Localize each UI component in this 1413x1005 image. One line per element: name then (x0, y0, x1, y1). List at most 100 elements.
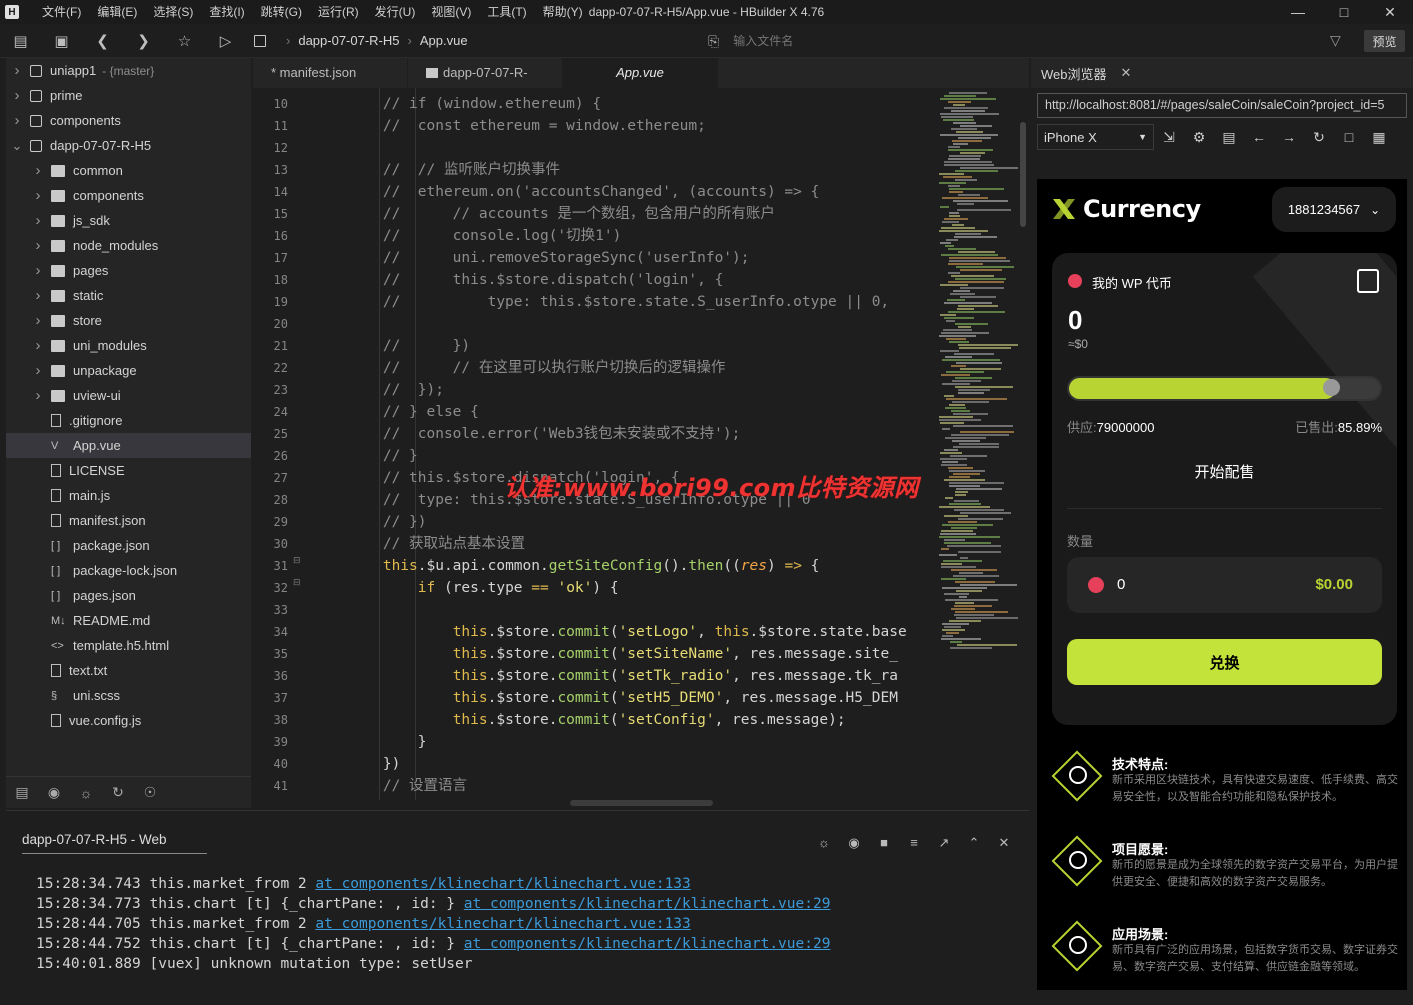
breadcrumb-file[interactable]: App.vue (420, 33, 468, 48)
exchange-button[interactable]: 兑换 (1067, 639, 1382, 685)
menu-edit[interactable]: 编辑(E) (89, 0, 145, 24)
console-output[interactable]: 15:28:34.743 this.market_from 2 at compo… (6, 860, 1029, 1005)
sidebar-item[interactable]: LICENSE (6, 458, 251, 483)
sidebar-item[interactable]: .gitignore (6, 408, 251, 433)
menu-select[interactable]: 选择(S) (145, 0, 201, 24)
bookmark-star-icon[interactable]: ☆ (164, 24, 205, 58)
forward-icon[interactable]: ❯ (123, 24, 164, 58)
sidebar-item[interactable]: › components (6, 108, 251, 133)
code-editor[interactable]: 10 11 12 13 14 15 16 17 18 19 20 21 22 23 24 25 26 27 28 29… (253, 88, 937, 800)
settings-gear-icon[interactable]: ⚙ (1184, 129, 1214, 146)
sidebar-item[interactable]: ⌄ dapp-07-07-R-H5 (6, 133, 251, 158)
sidebar-item[interactable]: text.txt (6, 658, 251, 683)
menu-find[interactable]: 查找(I) (201, 0, 252, 24)
sidebar-item[interactable]: › node_modules (6, 233, 251, 258)
tab-project[interactable]: dapp-07-07-R-H5 (408, 58, 563, 110)
sidebar-item[interactable]: › static (6, 283, 251, 308)
breadcrumb-project[interactable]: dapp-07-07-R-H5 (298, 33, 399, 48)
chevron-right-icon[interactable]: › (31, 237, 45, 254)
refresh-icon[interactable]: ↻ (1304, 129, 1334, 146)
sidebar-item[interactable]: <> template.h5.html (6, 633, 251, 658)
code-content[interactable]: // if (window.ethereum) { // const ether… (313, 93, 933, 797)
stop-icon[interactable]: ■ (869, 835, 899, 851)
rotate-icon[interactable]: ⇲ (1154, 129, 1184, 146)
log-source-link[interactable]: at components/klinechart/klinechart.vue:… (464, 936, 831, 952)
arrow-right-icon[interactable]: → (1274, 129, 1304, 145)
menu-goto[interactable]: 跳转(G) (253, 0, 310, 24)
lock-icon[interactable]: □ (1334, 129, 1364, 145)
chevron-right-icon[interactable]: › (31, 362, 45, 379)
chevron-right-icon[interactable]: › (10, 62, 24, 79)
debug-bug-icon[interactable]: ☼ (809, 835, 839, 851)
collapse-icon[interactable]: ⌃ (959, 835, 989, 851)
sidebar-item[interactable]: › prime (6, 83, 251, 108)
log-source-link[interactable]: at components/klinechart/klinechart.vue:… (464, 896, 831, 912)
sidebar-item[interactable]: › common (6, 158, 251, 183)
account-dropdown[interactable]: 1881234567 ⌄ (1272, 187, 1396, 232)
close-panel-icon[interactable]: ✕ (989, 835, 1019, 851)
log-source-link[interactable]: at components/klinechart/klinechart.vue:… (315, 876, 690, 892)
sidebar-item[interactable]: V App.vue (6, 433, 251, 458)
menu-view[interactable]: 视图(V) (423, 0, 479, 24)
globe-icon[interactable]: ☉ (134, 784, 166, 801)
chevron-right-icon[interactable]: › (31, 287, 45, 304)
preview-button[interactable]: 预览 (1364, 30, 1405, 52)
arrow-left-icon[interactable]: ← (1244, 129, 1274, 145)
menu-publish[interactable]: 发行(U) (367, 0, 424, 24)
horizontal-scrollbar[interactable] (570, 800, 713, 806)
fold-icon[interactable]: ⊟ (293, 555, 301, 566)
restart-icon[interactable]: ◉ (839, 835, 869, 851)
menu-tools[interactable]: 工具(T) (479, 0, 534, 24)
sidebar-item[interactable]: manifest.json (6, 508, 251, 533)
sidebar-item[interactable]: [ ] package.json (6, 533, 251, 558)
minimap[interactable] (937, 88, 1029, 800)
log-source-link[interactable]: at components/klinechart/klinechart.vue:… (315, 916, 690, 932)
sidebar-item[interactable]: [ ] package-lock.json (6, 558, 251, 583)
chevron-right-icon[interactable]: › (10, 112, 24, 129)
chevron-right-icon[interactable]: › (10, 87, 24, 104)
new-file-icon[interactable]: ▤ (0, 24, 41, 58)
chevron-right-icon[interactable]: › (31, 312, 45, 329)
device-select[interactable]: iPhone X ▼ (1037, 124, 1154, 150)
sidebar-item[interactable]: M↓ README.md (6, 608, 251, 633)
back-icon[interactable]: ❮ (82, 24, 123, 58)
tab-console[interactable]: dapp-07-07-R-H5 - Web (22, 832, 207, 854)
minimize-icon[interactable]: — (1275, 0, 1321, 24)
sidebar-item[interactable]: › components (6, 183, 251, 208)
menu-help[interactable]: 帮助(Y) (535, 0, 591, 24)
url-bar[interactable]: http://localhost:8081/#/pages/saleCoin/s… (1037, 93, 1407, 118)
sidebar-item[interactable]: › uview-ui (6, 383, 251, 408)
sidebar-item[interactable]: § uni.scss (6, 683, 251, 708)
menu-run[interactable]: 运行(R) (310, 0, 367, 24)
maximize-icon[interactable]: □ (1321, 0, 1367, 24)
chevron-right-icon[interactable]: › (31, 262, 45, 279)
run-icon[interactable]: ▷ (205, 24, 246, 58)
clipboard-icon[interactable] (1357, 269, 1379, 293)
console-icon[interactable]: ▤ (1214, 129, 1244, 146)
tab-manifest-json[interactable]: * manifest.json (253, 58, 408, 88)
fold-icon[interactable]: ⊟ (293, 577, 301, 588)
sidebar-item[interactable]: main.js (6, 483, 251, 508)
tab-web-browser[interactable]: Web浏览器 (1031, 64, 1107, 83)
close-icon[interactable]: ✕ (1121, 65, 1132, 81)
menu-file[interactable]: 文件(F) (34, 0, 89, 24)
sidebar-item[interactable]: › uniapp1 - {master} (6, 58, 251, 83)
chevron-right-icon[interactable]: › (31, 337, 45, 354)
sidebar-item[interactable]: › store (6, 308, 251, 333)
clear-icon[interactable]: ≡ (899, 835, 929, 851)
sidebar-item[interactable]: vue.config.js (6, 708, 251, 733)
chevron-right-icon[interactable]: › (31, 187, 45, 204)
debug-icon[interactable]: ☼ (70, 785, 102, 801)
binoculars-icon[interactable]: ◉ (38, 784, 70, 801)
sidebar-item[interactable]: › uni_modules (6, 333, 251, 358)
project-manager-icon[interactable]: ▤ (6, 784, 38, 801)
save-icon[interactable]: ▣ (41, 24, 82, 58)
file-search-input[interactable] (733, 34, 1294, 48)
chevron-right-icon[interactable]: › (31, 162, 45, 179)
sidebar-item[interactable]: › js_sdk (6, 208, 251, 233)
sidebar-item[interactable]: › pages (6, 258, 251, 283)
sidebar-item[interactable]: [ ] pages.json (6, 583, 251, 608)
filter-icon[interactable]: ▽ (1330, 32, 1341, 49)
qrcode-icon[interactable]: ▦ (1364, 129, 1394, 146)
quantity-input[interactable]: 0 $0.00 (1067, 557, 1382, 613)
